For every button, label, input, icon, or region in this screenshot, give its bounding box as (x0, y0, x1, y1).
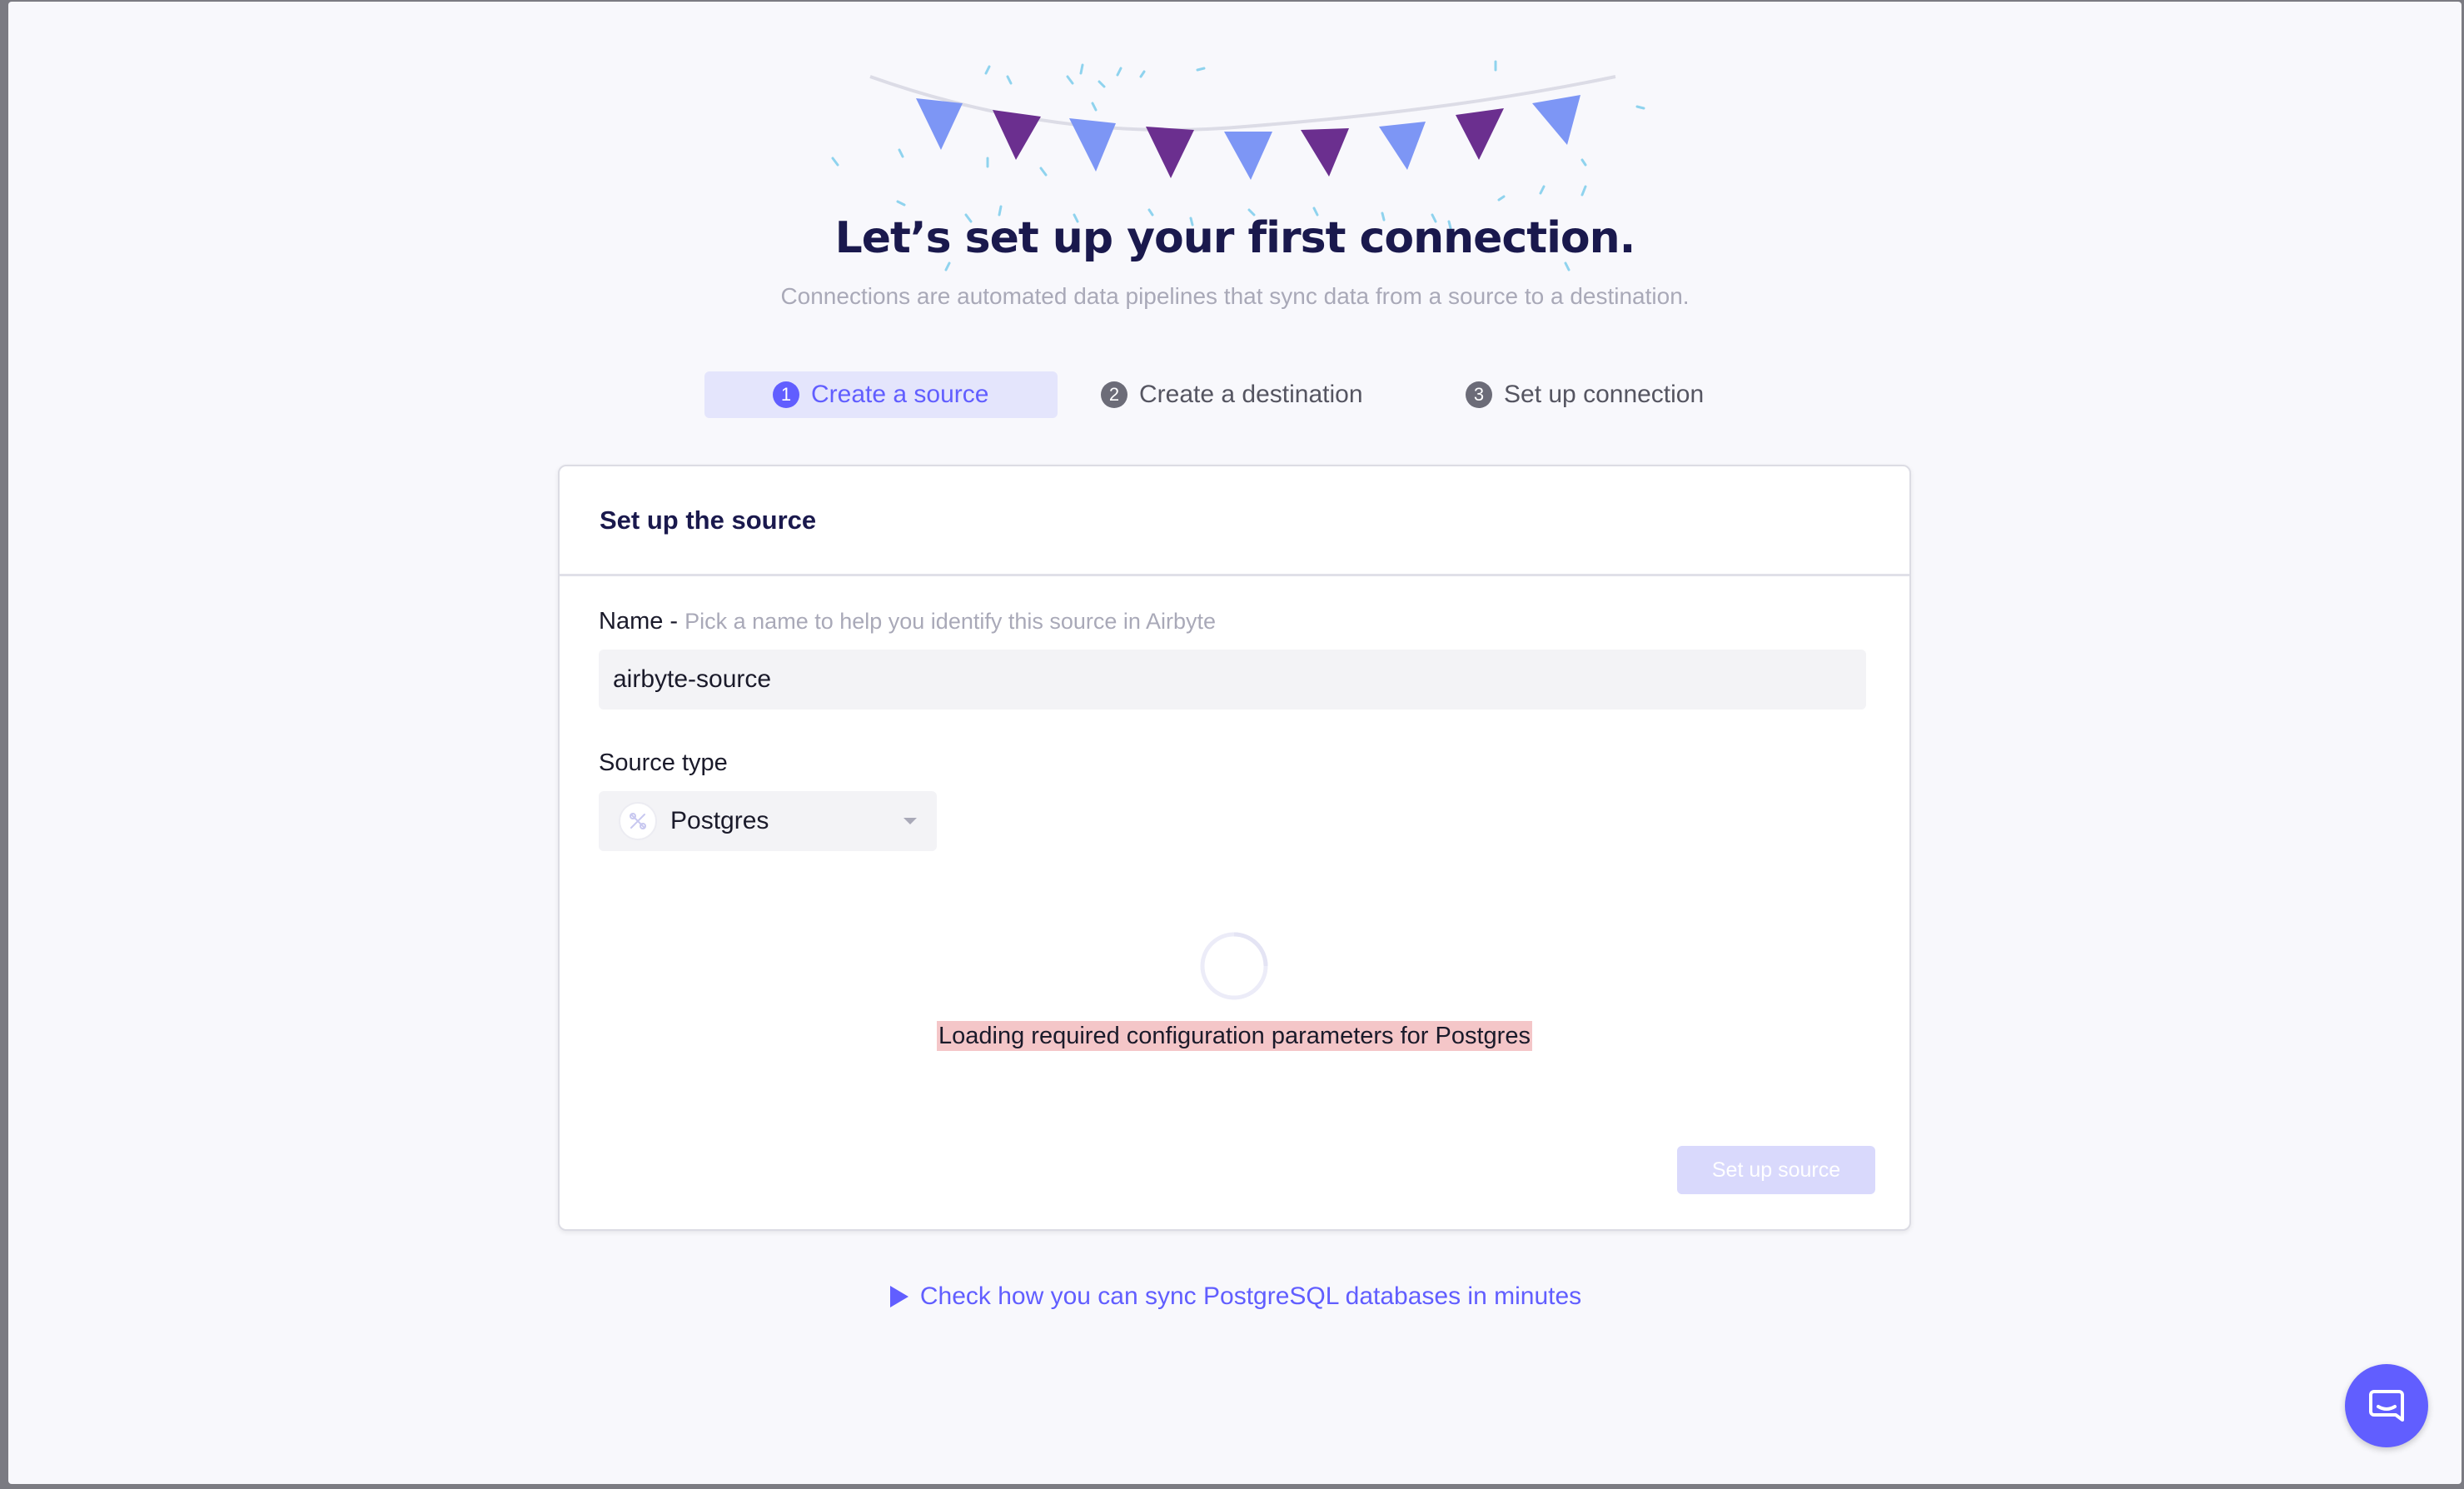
source-type-value: Postgres (670, 807, 769, 834)
step-label: Create a source (811, 381, 989, 408)
name-label: Name - Pick a name to help you identify … (599, 608, 1216, 635)
step-number: 1 (773, 381, 799, 408)
step-create-source[interactable]: 1 Create a source (704, 371, 1058, 418)
name-input[interactable]: airbyte-source (599, 650, 1866, 710)
step-number: 2 (1101, 381, 1127, 408)
name-hint: Pick a name to help you identify this so… (684, 609, 1216, 634)
loading-message: Loading required configuration parameter… (560, 1021, 1909, 1051)
source-form-card: Set up the source Name - Pick a name to … (558, 465, 1911, 1231)
video-link[interactable]: Check how you can sync PostgreSQL databa… (8, 1282, 2462, 1311)
name-input-value: airbyte-source (613, 665, 772, 693)
step-create-destination[interactable]: 2 Create a destination (1101, 371, 1363, 418)
page-subtitle: Connections are automated data pipelines… (780, 283, 1690, 309)
video-link-text: Check how you can sync PostgreSQL databa… (919, 1282, 1582, 1310)
step-label: Create a destination (1139, 381, 1363, 408)
source-type-label: Source type (599, 749, 728, 776)
source-type-select[interactable]: Postgres (599, 791, 937, 851)
card-title: Set up the source (600, 505, 817, 535)
spinner-icon (1200, 932, 1268, 1000)
name-label-text: Name - (599, 608, 679, 635)
step-indicator: 1 Create a source 2 Create a destination… (8, 371, 2462, 418)
step-number: 3 (1466, 381, 1492, 408)
source-connector-icon (619, 802, 657, 840)
chat-icon (2369, 1390, 2404, 1422)
set-up-source-button[interactable]: Set up source (1677, 1146, 1875, 1194)
loading-text: Loading required configuration parameter… (937, 1021, 1532, 1051)
step-label: Set up connection (1504, 381, 1705, 408)
page-title: Let’s set up your first connection. (834, 213, 1636, 263)
card-header: Set up the source (560, 466, 1909, 576)
step-set-up-connection[interactable]: 3 Set up connection (1466, 371, 1704, 418)
chevron-down-icon (903, 818, 917, 824)
play-icon (889, 1286, 908, 1307)
chat-button[interactable] (2345, 1364, 2428, 1447)
onboarding-page: Let’s set up your first connection. Conn… (8, 2, 2462, 1484)
